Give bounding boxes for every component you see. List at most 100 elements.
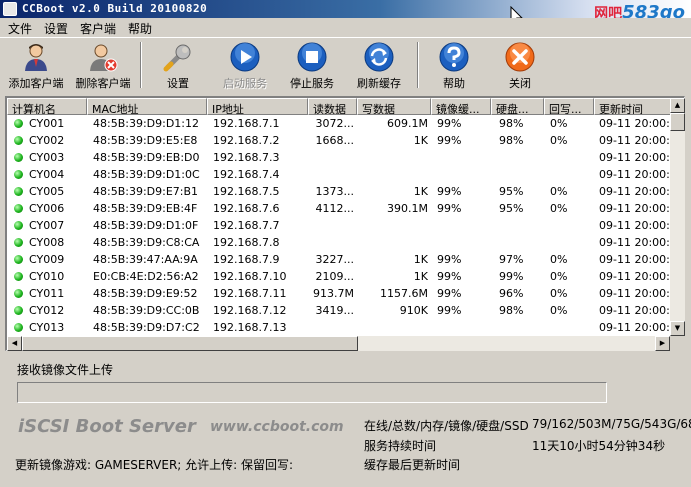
stop-service-button[interactable]: 停止服务 (283, 41, 341, 91)
cell-mac-address: 48:5B:39:D9:EB:4F (93, 202, 198, 215)
cell-writeback: 0% (550, 185, 568, 198)
cell-read-data: 4112... (315, 202, 354, 215)
table-row[interactable]: CY004 48:5B:39:D9:D1:0C 192.168.7.4 09-11 2… (7, 166, 670, 183)
cell-disk-cache: 95% (499, 185, 524, 198)
cell-computer-name: CY008 (29, 236, 65, 249)
uptime-value: 11天10小时54分钟34秒 (532, 439, 666, 453)
col-header-disk[interactable]: 硬盘... (491, 98, 544, 115)
delete-client-button[interactable]: 删除客户端 (70, 41, 136, 91)
cell-mac-address: 48:5B:39:D9:E9:52 (93, 287, 198, 300)
col-header-ip[interactable]: IP地址 (207, 98, 308, 115)
cell-ip-address: 192.168.7.4 (213, 168, 280, 181)
vertical-scrollbar[interactable]: ▲ ▼ (670, 98, 685, 336)
uptime-label: 服务持续时间 (364, 439, 437, 453)
client-list: 计算机名 MAC地址 IP地址 读数据 写数据 镜像缓... 硬盘... 回写.… (5, 96, 685, 351)
cell-disk-cache: 98% (499, 134, 524, 147)
cell-computer-name: CY010 (29, 270, 65, 283)
summary-label: 在线/总数/内存/镜像/硬盘/SSD (364, 419, 529, 433)
table-row[interactable]: CY001 48:5B:39:D9:D1:12 192.168.7.1 3072...… (7, 115, 670, 132)
table-row[interactable]: CY007 48:5B:39:D9:D1:0F 192.168.7.7 09-11 2… (7, 217, 670, 234)
col-header-image-cache[interactable]: 镜像缓... (431, 98, 491, 115)
online-status-icon (14, 272, 23, 281)
col-header-mac[interactable]: MAC地址 (87, 98, 207, 115)
horizontal-scroll-thumb[interactable] (22, 336, 358, 351)
wrench-icon (163, 44, 191, 72)
cell-update-time: 09-11 20:00:1 (599, 202, 670, 215)
horizontal-scrollbar[interactable]: ◀ ▶ (7, 336, 670, 351)
cell-disk-cache: 97% (499, 253, 524, 266)
table-row[interactable]: CY010 E0:CB:4E:D2:56:A2 192.168.7.10 2109..… (7, 268, 670, 285)
menu-client[interactable]: 客户端 (80, 20, 116, 37)
cell-mac-address: 48:5B:39:D9:D7:C2 (93, 321, 200, 334)
scroll-up-icon[interactable]: ▲ (670, 98, 685, 113)
cell-disk-cache: 99% (499, 270, 524, 283)
cell-mac-address: 48:5B:39:D9:E7:B1 (93, 185, 199, 198)
table-row[interactable]: CY009 48:5B:39:47:AA:9A 192.168.7.9 3227...… (7, 251, 670, 268)
play-icon (230, 42, 260, 72)
cell-read-data: 1668... (315, 134, 354, 147)
cell-disk-cache: 98% (499, 304, 524, 317)
cell-computer-name: CY004 (29, 168, 65, 181)
close-button[interactable]: 关闭 (498, 41, 542, 91)
col-header-writeback[interactable]: 回写... (544, 98, 594, 115)
title-bar[interactable]: CCBoot v2.0 Build 20100820 网吧583go com (0, 0, 691, 34)
col-header-read[interactable]: 读数据 (308, 98, 357, 115)
cell-computer-name: CY011 (29, 287, 65, 300)
help-button[interactable]: 帮助 (432, 41, 476, 91)
cell-image-cache: 99% (437, 270, 462, 283)
cell-ip-address: 192.168.7.7 (213, 219, 280, 232)
cell-writeback: 0% (550, 253, 568, 266)
refresh-cache-button[interactable]: 刷新缓存 (350, 41, 408, 91)
cell-ip-address: 192.168.7.2 (213, 134, 280, 147)
stop-icon (297, 42, 327, 72)
cell-image-cache: 99% (437, 304, 462, 317)
help-icon (439, 42, 469, 72)
table-row[interactable]: CY013 48:5B:39:D9:D7:C2 192.168.7.13 09-11 … (7, 319, 670, 336)
online-status-icon (14, 170, 23, 179)
cell-image-cache: 99% (437, 185, 462, 198)
client-list-body: 计算机名 MAC地址 IP地址 读数据 写数据 镜像缓... 硬盘... 回写.… (7, 98, 670, 336)
menu-settings[interactable]: 设置 (44, 20, 68, 37)
table-row[interactable]: CY005 48:5B:39:D9:E7:B1 192.168.7.5 1373...… (7, 183, 670, 200)
table-row[interactable]: CY003 48:5B:39:D9:EB:D0 192.168.7.3 09-11 2… (7, 149, 670, 166)
menu-help[interactable]: 帮助 (128, 20, 152, 37)
table-row[interactable]: CY011 48:5B:39:D9:E9:52 192.168.7.11 913.7M… (7, 285, 670, 302)
cell-ip-address: 192.168.7.1 (213, 117, 280, 130)
table-row[interactable]: CY012 48:5B:39:D9:CC:0B 192.168.7.12 3419..… (7, 302, 670, 319)
cell-write-data: 1K (413, 185, 428, 198)
menu-file[interactable]: 文件 (8, 20, 32, 37)
cell-update-time: 09-11 20:00:1 (599, 270, 670, 283)
col-header-write[interactable]: 写数据 (357, 98, 431, 115)
cell-disk-cache: 95% (499, 202, 524, 215)
col-header-name[interactable]: 计算机名 (7, 98, 87, 115)
online-status-icon (14, 136, 23, 145)
scroll-right-icon[interactable]: ▶ (655, 336, 670, 351)
scroll-left-icon[interactable]: ◀ (7, 336, 22, 351)
table-row[interactable]: CY002 48:5B:39:D9:E5:E8 192.168.7.2 1668...… (7, 132, 670, 149)
product-brand: iSCSI Boot Server (18, 416, 196, 437)
cell-mac-address: 48:5B:39:D9:D1:0F (93, 219, 199, 232)
cell-read-data: 913.7M (313, 287, 354, 300)
settings-button[interactable]: 设置 (155, 41, 201, 91)
add-client-button[interactable]: 添加客户端 (4, 41, 68, 91)
cell-mac-address: 48:5B:39:D9:C8:CA (93, 236, 200, 249)
cell-computer-name: CY005 (29, 185, 65, 198)
start-service-button[interactable]: 启动服务 (216, 41, 274, 91)
list-header: 计算机名 MAC地址 IP地址 读数据 写数据 镜像缓... 硬盘... 回写.… (7, 98, 670, 115)
cache-update-label: 缓存最后更新时间 (364, 458, 461, 472)
remove-user-icon (90, 44, 118, 72)
cell-ip-address: 192.168.7.6 (213, 202, 280, 215)
table-row[interactable]: CY008 48:5B:39:D9:C8:CA 192.168.7.8 09-11 2… (7, 234, 670, 251)
product-website: www.ccboot.com (210, 419, 344, 435)
vertical-scroll-thumb[interactable] (670, 113, 685, 131)
cell-computer-name: CY002 (29, 134, 65, 147)
col-header-update-time[interactable]: 更新时间 (594, 98, 670, 115)
cell-image-cache: 99% (437, 117, 462, 130)
table-row[interactable]: CY006 48:5B:39:D9:EB:4F 192.168.7.6 4112...… (7, 200, 670, 217)
cell-writeback: 0% (550, 270, 568, 283)
cell-write-data: 609.1M (387, 117, 428, 130)
cell-mac-address: E0:CB:4E:D2:56:A2 (93, 270, 199, 283)
cell-update-time: 09-11 20:00:1 (599, 236, 670, 249)
cell-disk-cache: 96% (499, 287, 524, 300)
scroll-down-icon[interactable]: ▼ (670, 321, 685, 336)
